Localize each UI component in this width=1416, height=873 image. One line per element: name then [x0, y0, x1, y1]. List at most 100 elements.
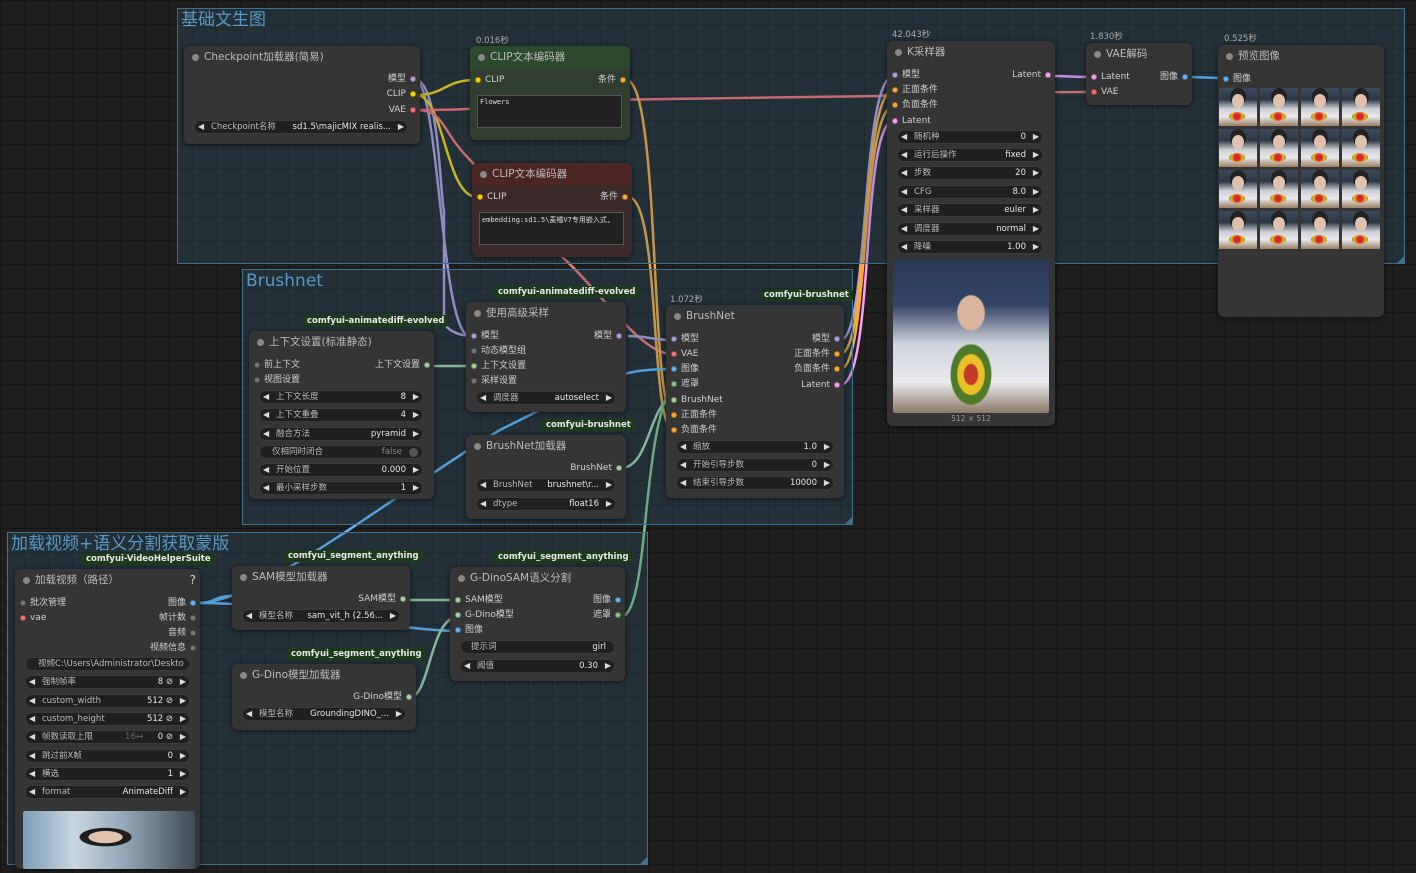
input-sample-settings[interactable]: 采样设置: [471, 375, 517, 388]
slot-dot[interactable]: [671, 351, 677, 357]
output-mask[interactable]: 遮罩: [593, 609, 621, 622]
input-model[interactable]: 模型: [671, 333, 699, 346]
slot-dot[interactable]: [834, 382, 840, 388]
input-vae[interactable]: VAE: [1091, 86, 1118, 99]
preview-thumbnail[interactable]: [1260, 170, 1298, 208]
input-clip[interactable]: CLIP: [477, 191, 506, 204]
widget-closed-loop-toggle[interactable]: 仅相同时闭合 false: [259, 445, 423, 459]
slot-dot[interactable]: [477, 194, 483, 200]
widget-scheduler[interactable]: 调度器 normal: [897, 222, 1043, 236]
widget-video-path[interactable]: 视频C:\Users\Administrator\Deskto: [25, 657, 190, 671]
slot-dot[interactable]: [410, 91, 416, 97]
preview-thumbnail[interactable]: [1219, 129, 1257, 167]
input-latent[interactable]: Latent: [1091, 71, 1130, 84]
preview-thumbnail[interactable]: [1301, 129, 1339, 167]
slot-dot[interactable]: [834, 351, 840, 357]
slot-dot[interactable]: [406, 694, 412, 700]
slot-dot[interactable]: [671, 336, 677, 342]
slot-dot[interactable]: [615, 612, 621, 618]
input-sam-model[interactable]: SAM模型: [455, 594, 503, 607]
input-positive[interactable]: 正面条件: [892, 84, 938, 97]
widget-frame-load-cap[interactable]: 帧数读取上限 16↔ 0 ⊘: [25, 730, 190, 744]
slot-dot[interactable]: [892, 118, 898, 124]
slot-dot[interactable]: [410, 76, 416, 82]
widget-format[interactable]: format AnimateDiff: [25, 785, 190, 799]
slot-dot[interactable]: [1223, 76, 1229, 82]
widget-control-after[interactable]: 运行后操作 fixed: [897, 148, 1043, 162]
output-positive[interactable]: 正面条件: [794, 348, 840, 361]
group-resize-handle[interactable]: [845, 517, 852, 524]
preview-thumbnail[interactable]: [1301, 170, 1339, 208]
input-context-options[interactable]: 上下文设置: [471, 360, 526, 373]
input-gdino-model[interactable]: G-Dino模型: [455, 609, 514, 622]
slot-dot[interactable]: [254, 377, 260, 383]
widget-cfg[interactable]: CFG 8.0: [897, 185, 1043, 199]
slot-dot[interactable]: [671, 381, 677, 387]
slot-dot[interactable]: [20, 615, 26, 621]
widget-ckpt-name[interactable]: Checkpoint名称 sd1.5\majicMIX realis...: [194, 120, 408, 134]
input-prev-context[interactable]: 前上下文: [254, 359, 300, 372]
output-cond[interactable]: 条件: [598, 74, 626, 87]
preview-thumbnail[interactable]: [1342, 211, 1380, 249]
widget-sampler[interactable]: 采样器 euler: [897, 203, 1043, 217]
widget-guarantee-steps[interactable]: 最小采样步数 1: [259, 481, 423, 495]
help-button[interactable]: ?: [190, 573, 196, 587]
input-view-options[interactable]: 视图设置: [254, 374, 300, 387]
slot-dot[interactable]: [190, 600, 196, 606]
input-vae[interactable]: VAE: [671, 348, 698, 361]
input-negative[interactable]: 负面条件: [671, 424, 717, 437]
slot-dot[interactable]: [190, 645, 196, 651]
node-use-evolved-sampling[interactable]: 使用高级采样 模型 模型 动态模型组 上下文设置 采样设置 调度器 autosel…: [466, 302, 626, 412]
input-motion-models[interactable]: 动态模型组: [471, 345, 526, 358]
preview-thumbnail[interactable]: [1260, 211, 1298, 249]
node-checkpoint-loader[interactable]: Checkpoint加载器(简易) 模型 CLIP VAE Checkpoint…: [184, 46, 420, 144]
slot-dot[interactable]: [455, 627, 461, 633]
input-image[interactable]: 图像: [1223, 73, 1251, 86]
widget-end-at[interactable]: 结束引导步数 10000: [676, 476, 834, 490]
preview-thumbnail[interactable]: [1219, 211, 1257, 249]
slot-dot[interactable]: [471, 363, 477, 369]
slot-dot[interactable]: [892, 102, 898, 108]
preview-thumbnail[interactable]: [1301, 88, 1339, 126]
preview-thumbnail[interactable]: [1219, 170, 1257, 208]
widget-steps[interactable]: 步数 20: [897, 166, 1043, 180]
node-brushnet-loader[interactable]: BrushNet加载器 BrushNet BrushNet brushnet\r.…: [466, 435, 626, 519]
input-model[interactable]: 模型: [892, 69, 920, 82]
widget-sam-model-name[interactable]: 模型名称 sam_vit_h (2.56...: [242, 609, 400, 623]
output-context[interactable]: 上下文设置: [375, 359, 430, 372]
output-vae[interactable]: VAE: [389, 104, 416, 117]
input-positive[interactable]: 正面条件: [671, 409, 717, 422]
slot-dot[interactable]: [424, 362, 430, 368]
input-vae[interactable]: vae: [20, 612, 46, 625]
node-gdino-sam-segment[interactable]: G-DinoSAM语义分割 SAM模型 G-Dino模型 图像 图像 遮罩 提示…: [450, 567, 625, 681]
output-model[interactable]: 模型: [388, 73, 416, 86]
slot-dot[interactable]: [615, 597, 621, 603]
slot-dot[interactable]: [622, 194, 628, 200]
widget-custom-width[interactable]: custom_width 512 ⊘: [25, 694, 190, 708]
slot-dot[interactable]: [20, 600, 26, 606]
output-cond[interactable]: 条件: [600, 191, 628, 204]
widget-custom-height[interactable]: custom_height 512 ⊘: [25, 712, 190, 726]
input-mask[interactable]: 遮罩: [671, 378, 699, 391]
output-brushnet[interactable]: BrushNet: [570, 462, 622, 475]
slot-dot[interactable]: [671, 412, 677, 418]
preview-thumbnail[interactable]: [1342, 88, 1380, 126]
input-model[interactable]: 模型: [471, 330, 499, 343]
input-image[interactable]: 图像: [455, 624, 483, 637]
widget-denoise[interactable]: 降噪 1.00: [897, 240, 1043, 254]
input-clip[interactable]: CLIP: [475, 74, 504, 87]
slot-dot[interactable]: [190, 630, 196, 636]
widget-select-every-nth[interactable]: 横选 1: [25, 767, 190, 781]
toggle-knob[interactable]: [409, 448, 418, 457]
group-resize-handle[interactable]: [1397, 256, 1404, 263]
widget-fuse-method[interactable]: 融合方法 pyramid: [259, 427, 423, 441]
widget-prompt[interactable]: 提示词 girl: [460, 640, 615, 654]
node-ksampler[interactable]: K采样器 模型 Latent 正面条件 负面条件 Latent 随机种 0 运行后…: [887, 41, 1055, 426]
slot-dot[interactable]: [475, 77, 481, 83]
slot-dot[interactable]: [471, 348, 477, 354]
node-clip-encoder-negative[interactable]: CLIP文本编码器 CLIP 条件 embedding:sd1.5\麦橘V7专用…: [472, 163, 632, 257]
slot-dot[interactable]: [671, 397, 677, 403]
node-clip-encoder-positive[interactable]: CLIP文本编码器 CLIP 条件 Flowers: [470, 46, 630, 140]
slot-dot[interactable]: [616, 333, 622, 339]
slot-dot[interactable]: [616, 465, 622, 471]
